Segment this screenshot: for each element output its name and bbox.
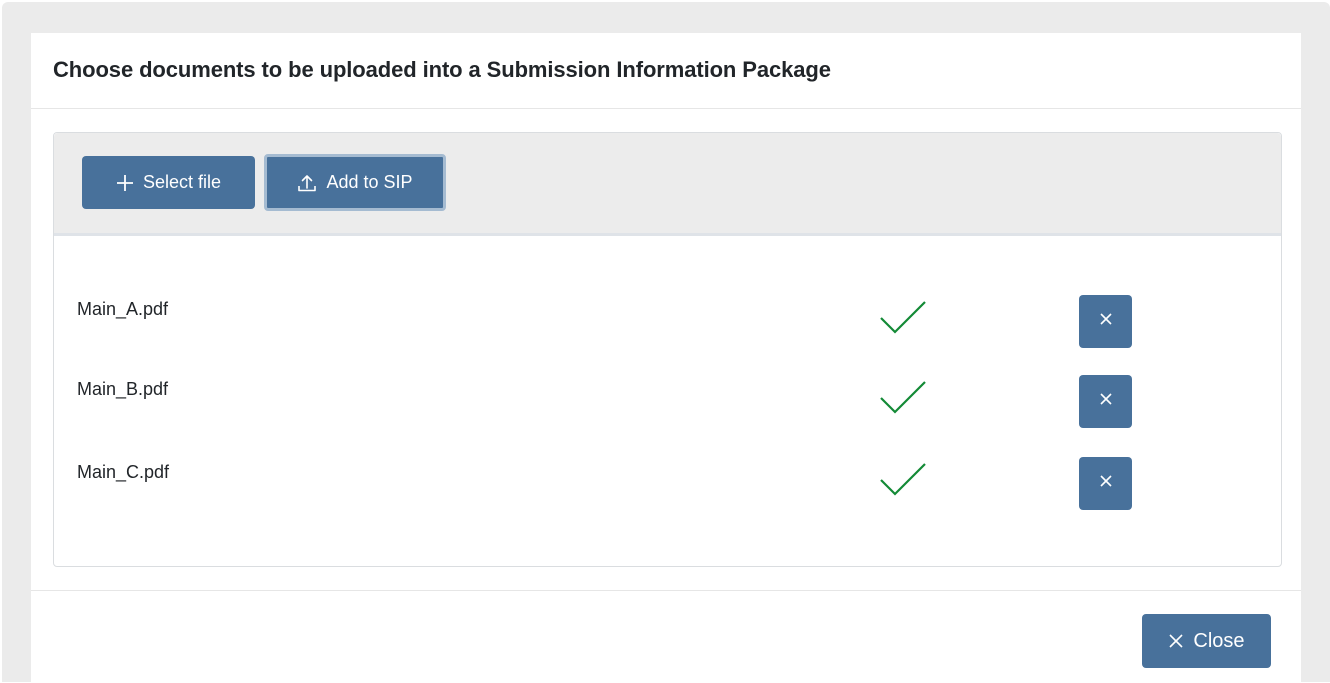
add-to-sip-label: Add to SIP (326, 172, 413, 192)
remove-file-button[interactable] (1079, 295, 1132, 348)
select-file-label: Select file (142, 172, 222, 192)
close-icon (1098, 391, 1114, 412)
check-icon (879, 300, 927, 336)
close-icon (1168, 633, 1184, 649)
remove-file-button[interactable] (1079, 375, 1132, 428)
close-button[interactable]: Close (1142, 614, 1271, 668)
close-label: Close (1193, 629, 1245, 652)
file-name: Main_B.pdf (77, 379, 169, 399)
dialog-footer: Close (31, 590, 1301, 683)
plus-icon (116, 174, 134, 192)
select-file-button[interactable]: Select file (82, 156, 255, 209)
dialog-header: Choose documents to be uploaded into a S… (31, 33, 1301, 109)
file-name: Main_A.pdf (77, 299, 169, 319)
upload-icon (297, 173, 317, 193)
dialog-title: Choose documents to be uploaded into a S… (53, 57, 831, 82)
check-icon (879, 380, 927, 416)
close-icon (1098, 311, 1114, 332)
add-to-sip-button[interactable]: Add to SIP (264, 154, 446, 211)
upload-dialog: Choose documents to be uploaded into a S… (31, 33, 1301, 682)
check-icon (879, 462, 927, 498)
file-name: Main_C.pdf (77, 462, 170, 482)
close-icon (1098, 473, 1114, 494)
remove-file-button[interactable] (1079, 457, 1132, 510)
file-upload-panel: Select file Add to SIP Main_A.pdf Main_B… (53, 132, 1282, 567)
upload-toolbar: Select file Add to SIP (54, 133, 1281, 236)
